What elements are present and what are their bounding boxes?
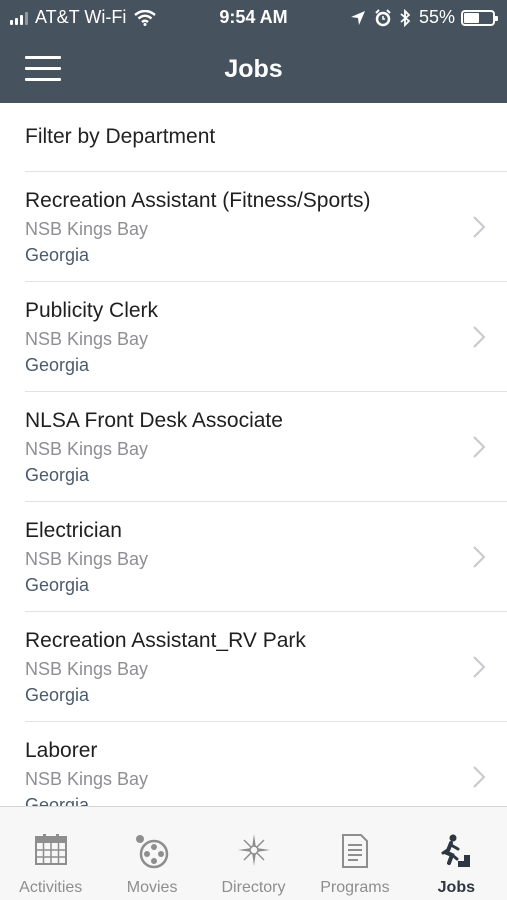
navigation-bar: Jobs [0,36,507,103]
job-state: Georgia [25,465,90,485]
job-state: Georgia [25,685,90,705]
job-location: NSB Kings Bay [25,659,149,679]
tab-label: Movies [126,879,178,896]
tab-directory[interactable]: Directory [203,807,304,900]
status-bar-right: 55% [350,7,498,28]
job-list-item[interactable]: NLSA Front Desk Associate NSB Kings Bay … [25,392,507,502]
tab-jobs[interactable]: Jobs [406,807,507,900]
job-location: NSB Kings Bay [25,219,149,239]
bluetooth-icon [400,8,411,27]
tab-label: Directory [221,879,286,896]
tab-movies[interactable]: Movies [101,807,202,900]
job-list-item[interactable]: Recreation Assistant (Fitness/Sports) NS… [25,172,507,282]
tab-label: Activities [19,879,83,896]
job-title: Publicity Clerk [25,299,159,322]
job-state: Georgia [25,795,90,806]
chevron-right-icon [473,546,485,568]
compass-icon [237,834,270,866]
tab-bar: Activities Movies Directory Programs Job… [0,806,507,900]
job-location: NSB Kings Bay [25,549,149,569]
document-icon [341,834,368,868]
job-state: Georgia [25,575,90,595]
chevron-right-icon [473,216,485,238]
job-state: Georgia [25,245,90,265]
chevron-right-icon [473,656,485,678]
status-bar: AT&T Wi-Fi 9:54 AM 55% [0,0,507,36]
job-list-item[interactable]: Recreation Assistant_RV Park NSB Kings B… [25,612,507,722]
filter-label: Filter by Department [25,125,216,148]
battery-percent: 55% [418,7,455,27]
job-list-item[interactable]: Electrician NSB Kings Bay Georgia [25,502,507,612]
chevron-right-icon [473,766,485,788]
job-title: Laborer [25,739,98,762]
alarm-icon [375,8,391,26]
job-title: Recreation Assistant (Fitness/Sports) [25,189,371,212]
tab-programs[interactable]: Programs [304,807,405,900]
location-arrow-icon [350,10,365,25]
filter-by-department-button[interactable]: Filter by Department [25,103,507,172]
job-state: Georgia [25,355,90,375]
job-title: NLSA Front Desk Associate [25,409,283,432]
jobs-list-container[interactable]: Filter by Department Recreation Assistan… [0,103,507,806]
job-location: NSB Kings Bay [25,329,149,349]
calendar-icon [34,834,67,865]
job-title: Recreation Assistant_RV Park [25,629,306,652]
page-title: Jobs [224,55,283,83]
climbing-stairs-icon [441,834,471,867]
battery-icon [461,9,498,26]
job-list-item[interactable]: Publicity Clerk NSB Kings Bay Georgia [25,282,507,392]
tab-label: Programs [320,879,390,896]
film-reel-icon [136,835,169,869]
job-list-item[interactable]: Laborer NSB Kings Bay Georgia [25,722,507,806]
tab-activities[interactable]: Activities [0,807,101,900]
job-location: NSB Kings Bay [25,439,149,459]
chevron-right-icon [473,436,485,458]
job-title: Electrician [25,519,122,542]
tab-label: Jobs [437,879,475,896]
job-location: NSB Kings Bay [25,769,149,789]
chevron-right-icon [473,326,485,348]
